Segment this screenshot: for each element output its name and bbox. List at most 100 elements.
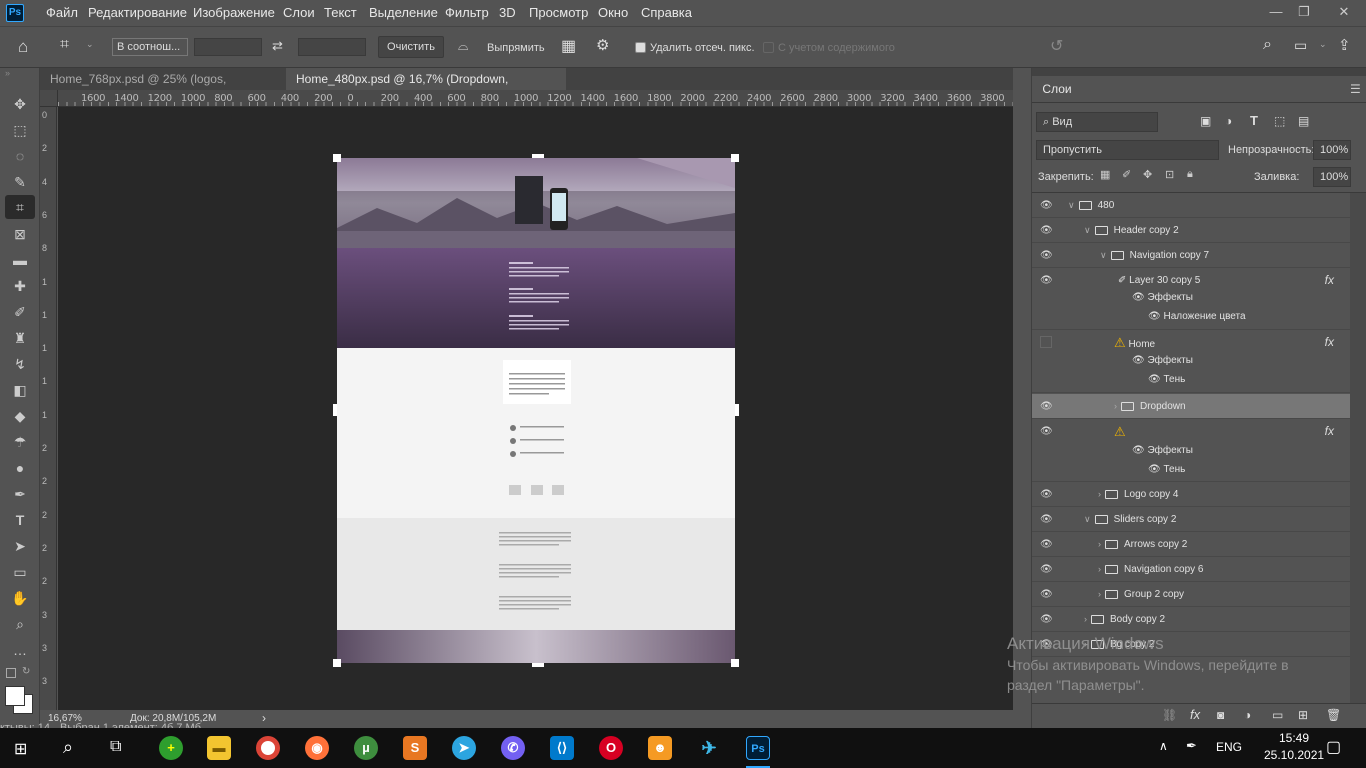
vscode-icon[interactable]: ⟨⟩	[550, 736, 574, 760]
adjustment-icon[interactable]: ◑	[1244, 708, 1251, 722]
zoom-tool-icon[interactable]: ⌕	[5, 612, 35, 636]
path-select-icon[interactable]: ➤	[5, 534, 35, 558]
eye-icon[interactable]: 👁︎	[1040, 557, 1056, 582]
fx-icon[interactable]: fx	[1325, 330, 1334, 355]
lock-all-icon[interactable]: 🔒︎	[1187, 168, 1193, 181]
viber-icon[interactable]: ✆	[501, 736, 525, 760]
panel-menu-icon[interactable]: ☰	[1350, 82, 1361, 96]
width-field[interactable]	[194, 38, 262, 56]
more-tools-icon[interactable]: …	[5, 638, 35, 662]
home-icon[interactable]: ⌂	[18, 37, 28, 57]
filter-type-icon[interactable]: T	[1250, 113, 1258, 128]
crop-tool-icon[interactable]: ⌗	[5, 195, 35, 219]
layer-sliders-copy-2[interactable]: 👁︎ ∨ Sliders copy 2	[1032, 507, 1350, 532]
blend-mode-select[interactable]: Пропустить	[1036, 140, 1219, 160]
layer-navigation-copy-6[interactable]: 👁︎ › Navigation copy 6	[1032, 557, 1350, 582]
share-icon[interactable]: ⇪	[1338, 36, 1351, 54]
windows-start-icon[interactable]: ⊞	[14, 739, 27, 759]
stamp-tool-icon[interactable]: ♜	[5, 326, 35, 350]
dodge-tool-icon[interactable]: ●	[5, 456, 35, 480]
layer-header-copy-2[interactable]: 👁︎ ∨ Header copy 2	[1032, 218, 1350, 243]
rectangle-tool-icon[interactable]: ▭	[5, 560, 35, 584]
eye-icon[interactable]: 👁︎	[1040, 394, 1056, 419]
quick-select-tool-icon[interactable]: ✎	[5, 170, 35, 194]
tab-home-480[interactable]: Home_480px.psd @ 16,7% (Dropdown, RGB/8)…	[286, 68, 566, 108]
opera-icon[interactable]: O	[599, 736, 623, 760]
clock-time[interactable]: 15:49	[1270, 731, 1318, 745]
lock-position-icon[interactable]: ✥	[1143, 168, 1152, 181]
swap-icon[interactable]: ⇄	[272, 38, 283, 54]
search-icon[interactable]: ⌕	[1263, 36, 1272, 54]
layer-arrows-copy-2[interactable]: 👁︎ › Arrows copy 2	[1032, 532, 1350, 557]
eye-icon[interactable]: 👁︎	[1040, 607, 1056, 632]
frame-tool-icon[interactable]: ⊠	[5, 222, 35, 246]
telegram-icon[interactable]: ➤	[452, 736, 476, 760]
firefox-icon[interactable]: ◉	[305, 736, 329, 760]
pen-tray-icon[interactable]: ✒	[1186, 738, 1197, 754]
paint-bucket-icon[interactable]: ◆	[5, 404, 35, 428]
collapse-icon[interactable]: »	[5, 68, 10, 78]
tab-home-768[interactable]: Home_768px.psd @ 25% (logos, RGB/8)×	[40, 68, 284, 108]
eye-icon[interactable]: 👁︎	[1040, 532, 1056, 557]
photoshop-taskbar-icon[interactable]: Ps	[746, 736, 770, 760]
marquee-tool-icon[interactable]: ⬚	[5, 118, 35, 142]
trash-icon[interactable]: 🗑︎	[1326, 708, 1341, 722]
menu-view[interactable]: Просмотр	[529, 0, 588, 26]
layer-unnamed[interactable]: 👁︎ ⚠ fx 👁︎ Эффекты 👁︎ Тень	[1032, 419, 1350, 482]
crop-handle-right[interactable]	[735, 404, 739, 416]
filter-smart-icon[interactable]: ▤	[1298, 114, 1309, 128]
healing-tool-icon[interactable]: ✚	[5, 274, 35, 298]
layers-scrollbar[interactable]	[1350, 193, 1366, 703]
mask-icon[interactable]: ◙	[1217, 708, 1224, 722]
new-group-icon[interactable]: ▭	[1272, 708, 1283, 722]
menu-text[interactable]: Текст	[324, 0, 357, 26]
menu-edit[interactable]: Редактирование	[88, 0, 187, 26]
delete-cropped-checkbox[interactable]	[635, 42, 646, 53]
eraser-tool-icon[interactable]: ◧	[5, 378, 35, 402]
reset-icon[interactable]: ↺	[1050, 36, 1063, 56]
horizontal-ruler[interactable]: 1600 1400 1200 1000 800 600 400 200 0 200 400 600 80…	[58, 90, 1013, 107]
visibility-off-box[interactable]	[1040, 336, 1052, 348]
lock-artboard-icon[interactable]: ⊡	[1165, 168, 1174, 181]
layer-body-copy-2[interactable]: 👁︎ › Body copy 2	[1032, 607, 1350, 632]
language-indicator[interactable]: ENG	[1216, 740, 1242, 754]
type-tool-icon[interactable]: T	[5, 508, 35, 532]
ratio-select[interactable]: В соотнош...	[112, 38, 188, 56]
layer-dropdown[interactable]: 👁︎ › Dropdown	[1032, 394, 1350, 419]
layer-filter-select[interactable]: ⌕ Вид	[1036, 112, 1158, 132]
height-field[interactable]	[298, 38, 366, 56]
grid-overlay-icon[interactable]: ▦	[561, 36, 576, 56]
filter-shape-icon[interactable]: ⬚	[1274, 114, 1285, 128]
task-view-icon[interactable]: ⧉	[110, 738, 121, 756]
pen-tool-icon[interactable]: ✒	[5, 482, 35, 506]
lock-pixels-icon[interactable]: ✐	[1122, 168, 1131, 181]
filter-pixel-icon[interactable]: ▣	[1200, 114, 1211, 128]
fx-icon[interactable]: fx	[1325, 419, 1334, 444]
move-tool-icon[interactable]: ✥	[5, 92, 35, 116]
crop-handle-top-right[interactable]	[731, 154, 739, 162]
bird-app-icon[interactable]: ✈	[697, 736, 721, 760]
swap-colors-icon[interactable]: ↻	[22, 666, 30, 677]
workspace-icon[interactable]: ▭	[1294, 37, 1307, 54]
status-arrow-icon[interactable]: ›	[262, 711, 266, 725]
restore-icon[interactable]: ❐	[1290, 2, 1318, 22]
eye-icon[interactable]: 👁︎	[1040, 507, 1056, 532]
eye-icon[interactable]: 👁︎	[1040, 193, 1056, 218]
fill-field[interactable]: 100%	[1313, 167, 1351, 187]
opacity-field[interactable]: 100%	[1313, 140, 1351, 160]
sublime-icon[interactable]: S	[403, 736, 427, 760]
brush-tool-icon[interactable]: ✐	[5, 300, 35, 324]
layer-logo-copy-4[interactable]: 👁︎ › Logo copy 4	[1032, 482, 1350, 507]
fx-icon[interactable]: fx	[1190, 707, 1200, 722]
blur-tool-icon[interactable]: ☂	[5, 430, 35, 454]
crop-handle-bottom-right[interactable]	[731, 659, 739, 667]
straighten-icon[interactable]: ⌓	[458, 38, 468, 54]
lock-transparent-icon[interactable]: ▦	[1100, 168, 1110, 181]
chevron-down-icon[interactable]: ⌄	[1319, 39, 1327, 50]
eye-icon[interactable]: 👁︎	[1040, 268, 1056, 293]
crop-handle-top-left[interactable]	[333, 154, 341, 162]
foreground-color-swatch[interactable]	[5, 686, 25, 706]
clear-button[interactable]: Очистить	[378, 36, 444, 58]
crop-handle-bottom[interactable]	[532, 663, 544, 667]
menu-window[interactable]: Окно	[598, 0, 628, 26]
